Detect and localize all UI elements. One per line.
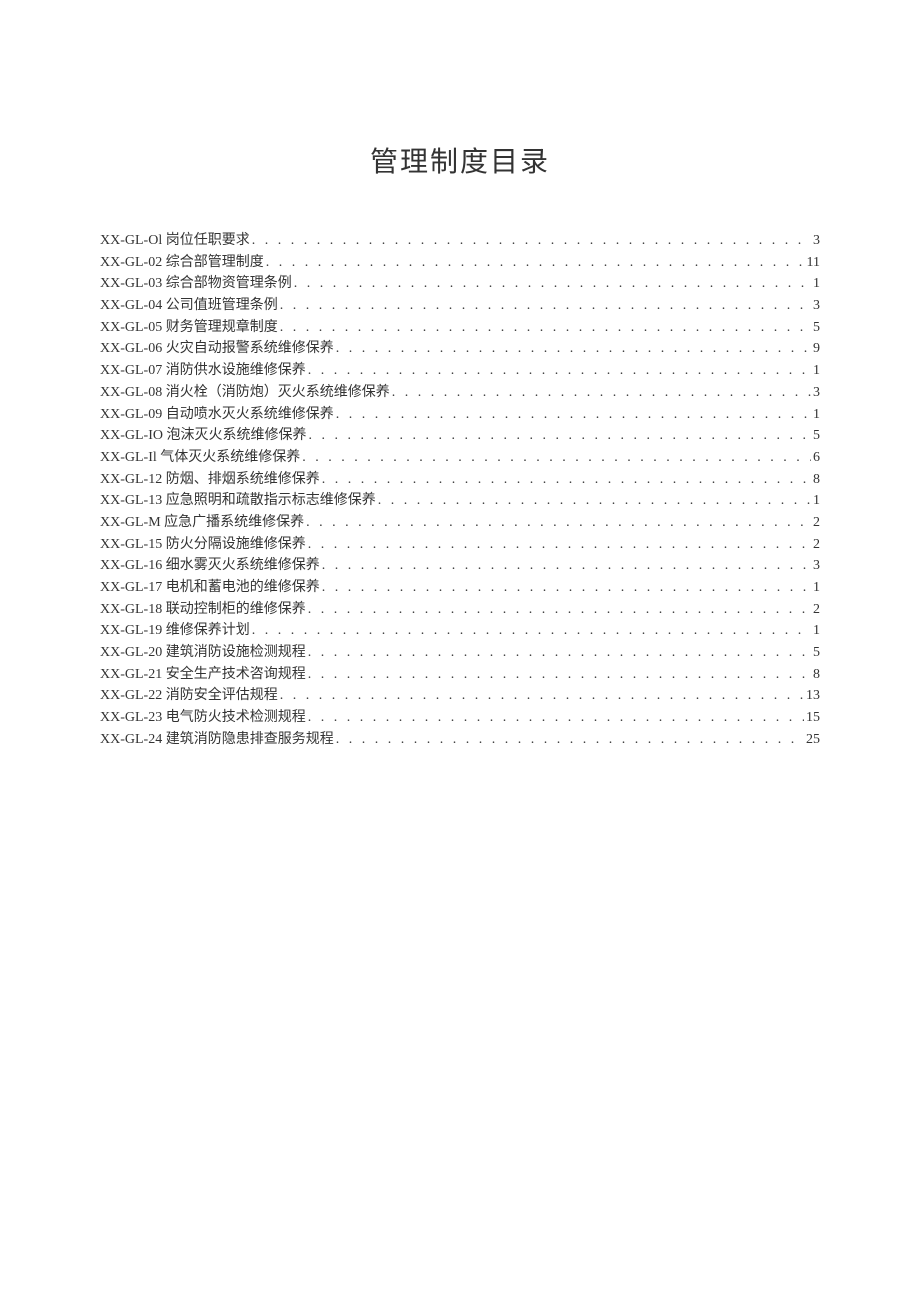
toc-page-number: 1 xyxy=(813,620,820,642)
toc-leader-dots xyxy=(308,664,811,686)
toc-row: XX-GL-20 建筑消防设施检测规程 5 xyxy=(100,642,820,664)
toc-row: XX-GL-07 消防供水设施维修保养 1 xyxy=(100,360,820,382)
toc-page-number: 1 xyxy=(813,360,820,382)
toc-page-number: 2 xyxy=(813,512,820,534)
toc-row: XX-GL-08 消火栓（消防炮）灭火系统维修保养 3 xyxy=(100,382,820,404)
toc-label: XX-GL-Ol 岗位任职要求 xyxy=(100,230,250,252)
toc-row: XX-GL-18 联动控制柜的维修保养 2 xyxy=(100,599,820,621)
toc-row: XX-GL-03 综合部物资管理条例 1 xyxy=(100,273,820,295)
toc-page-number: 3 xyxy=(813,230,820,252)
toc-label: XX-GL-Il 气体灭火系统维修保养 xyxy=(100,447,300,469)
toc-page-number: 1 xyxy=(813,490,820,512)
toc-leader-dots xyxy=(336,729,804,751)
toc-page-number: 15 xyxy=(806,707,820,729)
toc-row: XX-GL-23 电气防火技术检测规程 15 xyxy=(100,707,820,729)
toc-label: XX-GL-06 火灾自动报警系统维修保养 xyxy=(100,338,334,360)
toc-label: XX-GL-23 电气防火技术检测规程 xyxy=(100,707,306,729)
toc-leader-dots xyxy=(252,230,811,252)
toc-label: XX-GL-21 安全生产技术咨询规程 xyxy=(100,664,306,686)
toc-page-number: 8 xyxy=(813,469,820,491)
toc-page-number: 2 xyxy=(813,599,820,621)
toc-leader-dots xyxy=(308,425,811,447)
toc-leader-dots xyxy=(378,490,811,512)
toc-row: XX-GL-05 财务管理规章制度 5 xyxy=(100,317,820,339)
toc-page-number: 3 xyxy=(813,295,820,317)
toc-page-number: 1 xyxy=(813,577,820,599)
toc-label: XX-GL-02 综合部管理制度 xyxy=(100,252,264,274)
toc-leader-dots xyxy=(308,360,811,382)
toc-leader-dots xyxy=(392,382,811,404)
toc-leader-dots xyxy=(308,599,811,621)
toc-label: XX-GL-09 自动喷水灭火系统维修保养 xyxy=(100,404,334,426)
toc-leader-dots xyxy=(308,534,811,556)
toc-row: XX-GL-19 维修保养计划 1 xyxy=(100,620,820,642)
toc-leader-dots xyxy=(322,577,811,599)
toc-label: XX-GL-17 电机和蓄电池的维修保养 xyxy=(100,577,320,599)
toc-row: XX-GL-IO 泡沫灭火系统维修保养 5 xyxy=(100,425,820,447)
toc-page-number: 11 xyxy=(807,252,820,274)
toc-leader-dots xyxy=(322,469,811,491)
toc-page-number: 2 xyxy=(813,534,820,556)
toc-row: XX-GL-Il 气体灭火系统维修保养 6 xyxy=(100,447,820,469)
toc-leader-dots xyxy=(322,555,811,577)
toc-leader-dots xyxy=(306,512,811,534)
toc-row: XX-GL-16 细水雾灭火系统维修保养 3 xyxy=(100,555,820,577)
toc-label: XX-GL-18 联动控制柜的维修保养 xyxy=(100,599,306,621)
toc-page-number: 5 xyxy=(813,425,820,447)
toc-label: XX-GL-12 防烟、排烟系统维修保养 xyxy=(100,469,320,491)
toc-label: XX-GL-05 财务管理规章制度 xyxy=(100,317,278,339)
toc-label: XX-GL-08 消火栓（消防炮）灭火系统维修保养 xyxy=(100,382,390,404)
toc-row: XX-GL-09 自动喷水灭火系统维修保养 1 xyxy=(100,404,820,426)
toc-leader-dots xyxy=(308,707,804,729)
toc-row: XX-GL-17 电机和蓄电池的维修保养 1 xyxy=(100,577,820,599)
toc-page-number: 3 xyxy=(813,382,820,404)
toc-leader-dots xyxy=(294,273,811,295)
toc-row: XX-GL-M 应急广播系统维修保养 2 xyxy=(100,512,820,534)
toc-label: XX-GL-22 消防安全评估规程 xyxy=(100,685,278,707)
toc-page-number: 8 xyxy=(813,664,820,686)
toc-leader-dots xyxy=(336,404,811,426)
toc-row: XX-GL-06 火灾自动报警系统维修保养 9 xyxy=(100,338,820,360)
toc-label: XX-GL-19 维修保养计划 xyxy=(100,620,250,642)
toc-leader-dots xyxy=(308,642,811,664)
toc-leader-dots xyxy=(336,338,811,360)
toc-page-number: 6 xyxy=(813,447,820,469)
toc-row: XX-GL-12 防烟、排烟系统维修保养 8 xyxy=(100,469,820,491)
toc-row: XX-GL-24 建筑消防隐患排查服务规程 25 xyxy=(100,729,820,751)
toc-row: XX-GL-13 应急照明和疏散指示标志维修保养 1 xyxy=(100,490,820,512)
toc-row: XX-GL-04 公司值班管理条例 3 xyxy=(100,295,820,317)
toc-label: XX-GL-24 建筑消防隐患排查服务规程 xyxy=(100,729,334,751)
toc-page-number: 13 xyxy=(806,685,820,707)
toc-page-number: 25 xyxy=(806,729,820,751)
toc-leader-dots xyxy=(252,620,811,642)
toc-leader-dots xyxy=(280,317,811,339)
toc-label: XX-GL-M 应急广播系统维修保养 xyxy=(100,512,304,534)
toc-leader-dots xyxy=(280,685,804,707)
toc-label: XX-GL-04 公司值班管理条例 xyxy=(100,295,278,317)
toc-page-number: 5 xyxy=(813,642,820,664)
page-title: 管理制度目录 xyxy=(100,140,820,180)
toc-label: XX-GL-03 综合部物资管理条例 xyxy=(100,273,292,295)
toc-label: XX-GL-07 消防供水设施维修保养 xyxy=(100,360,306,382)
toc-leader-dots xyxy=(280,295,811,317)
toc-row: XX-GL-Ol 岗位任职要求 3 xyxy=(100,230,820,252)
table-of-contents: XX-GL-Ol 岗位任职要求3XX-GL-02 综合部管理制度11XX-GL-… xyxy=(100,230,820,751)
toc-row: XX-GL-02 综合部管理制度 11 xyxy=(100,252,820,274)
toc-page-number: 1 xyxy=(813,273,820,295)
toc-label: XX-GL-13 应急照明和疏散指示标志维修保养 xyxy=(100,490,376,512)
toc-label: XX-GL-20 建筑消防设施检测规程 xyxy=(100,642,306,664)
toc-row: XX-GL-15 防火分隔设施维修保养 2 xyxy=(100,534,820,556)
toc-label: XX-GL-IO 泡沫灭火系统维修保养 xyxy=(100,425,306,447)
toc-row: XX-GL-21 安全生产技术咨询规程 8 xyxy=(100,664,820,686)
toc-page-number: 9 xyxy=(813,338,820,360)
toc-leader-dots xyxy=(302,447,811,469)
toc-label: XX-GL-16 细水雾灭火系统维修保养 xyxy=(100,555,320,577)
toc-page-number: 1 xyxy=(813,404,820,426)
toc-label: XX-GL-15 防火分隔设施维修保养 xyxy=(100,534,306,556)
toc-page-number: 3 xyxy=(813,555,820,577)
toc-row: XX-GL-22 消防安全评估规程 13 xyxy=(100,685,820,707)
toc-page-number: 5 xyxy=(813,317,820,339)
toc-leader-dots xyxy=(266,252,805,274)
